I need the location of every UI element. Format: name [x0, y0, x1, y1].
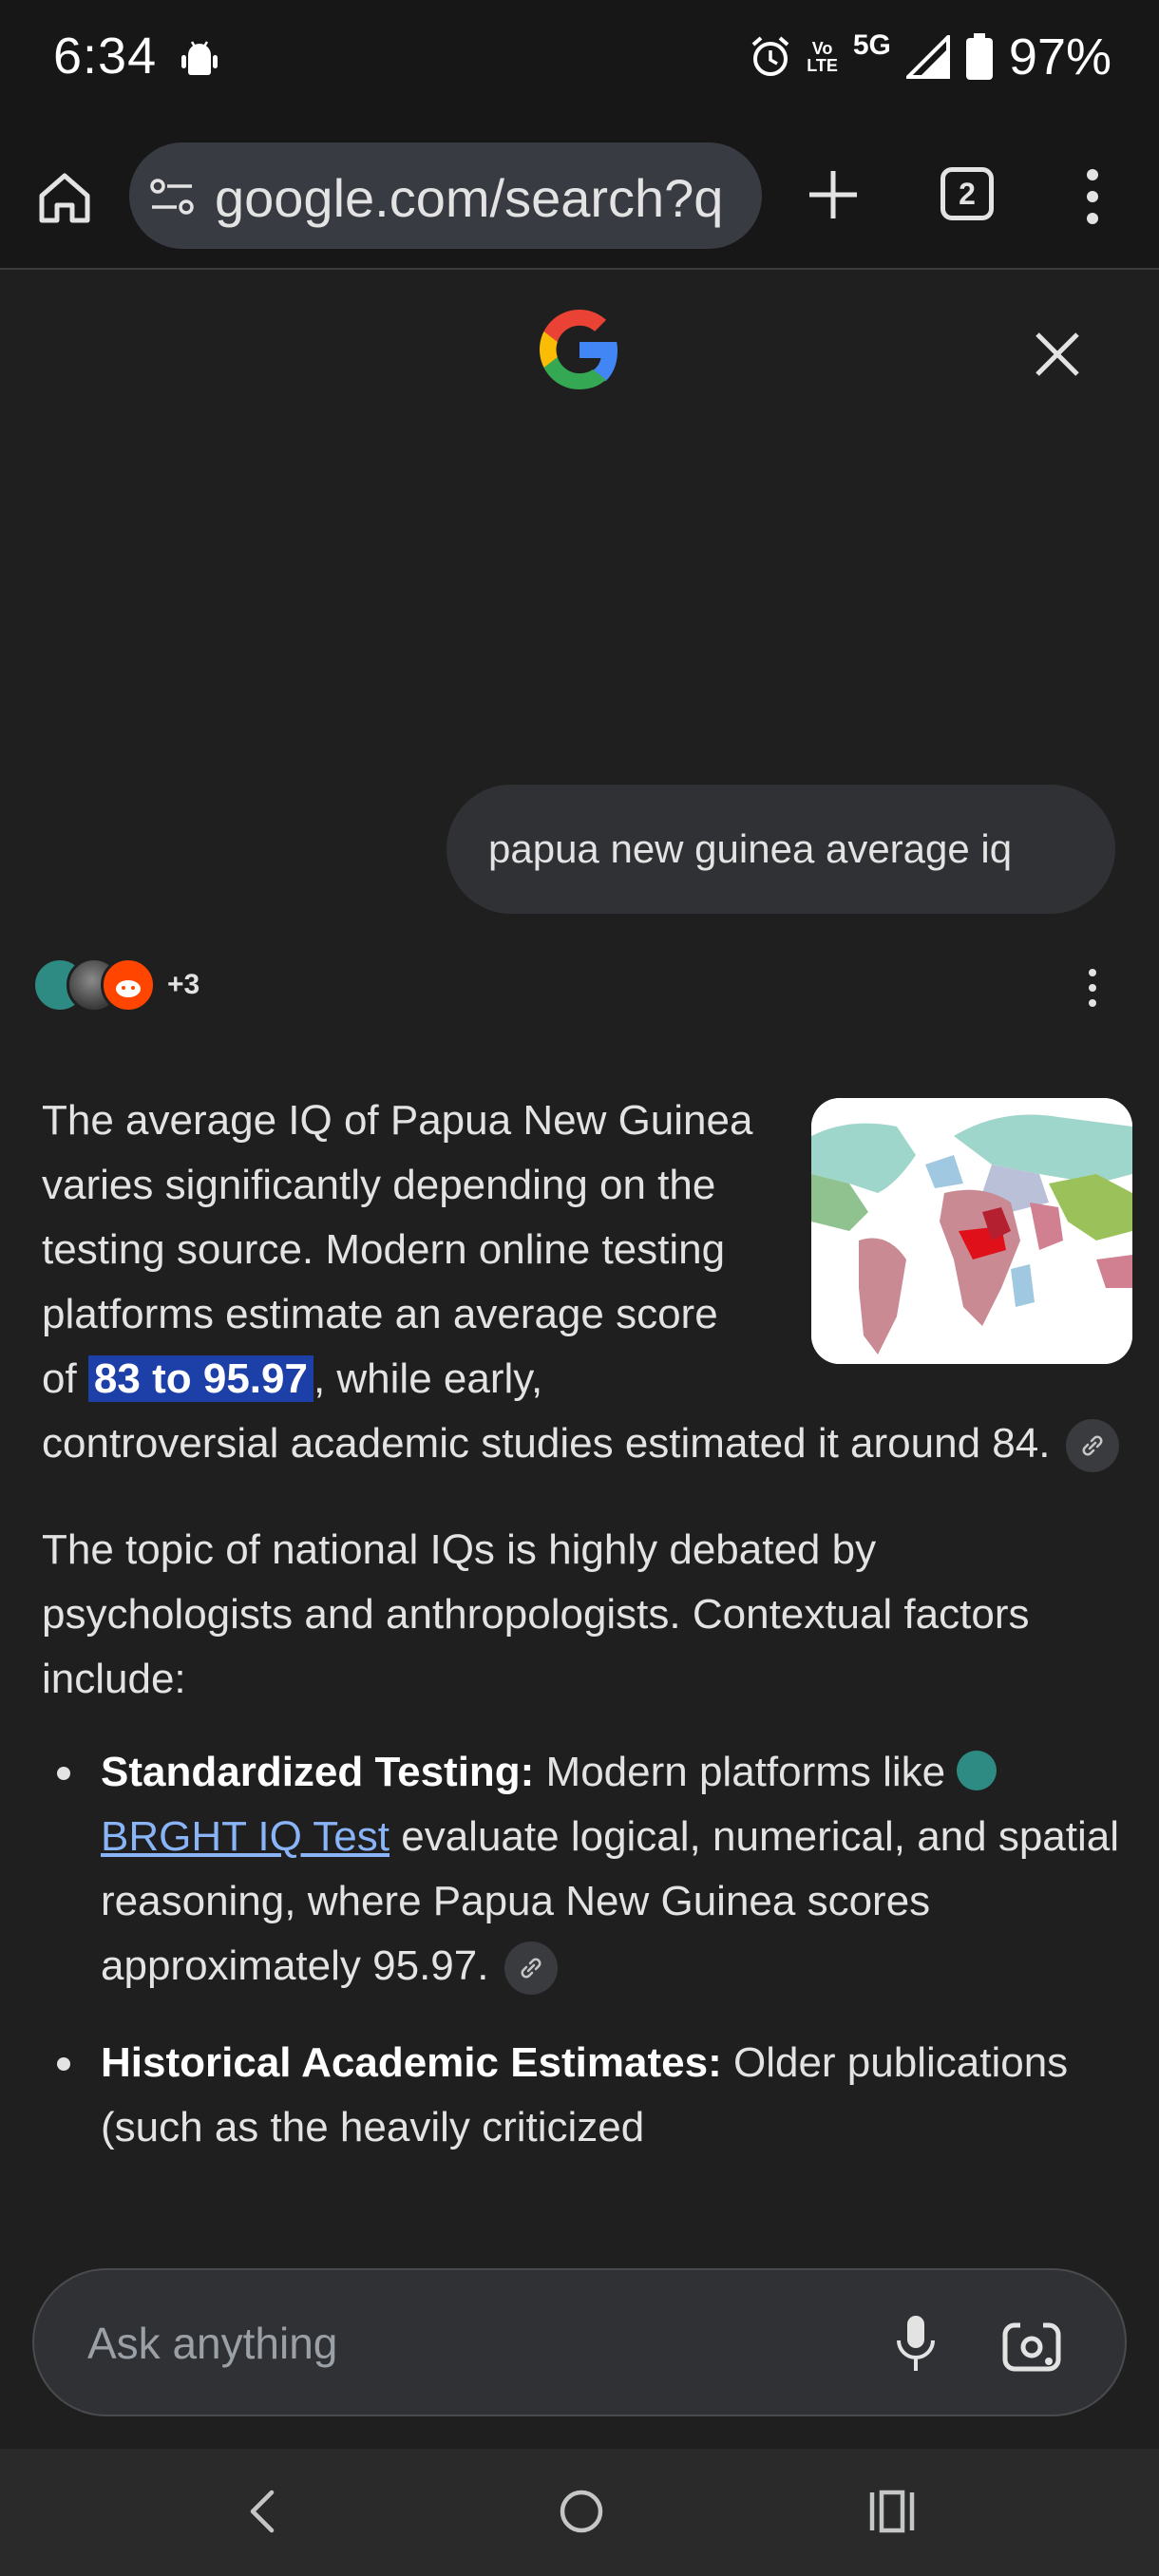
volte-bottom: LTE: [807, 56, 838, 75]
bullet-text: Older publications: [721, 2039, 1069, 2086]
reddit-icon: [116, 980, 141, 997]
source-count: +3: [167, 969, 200, 1000]
url-text: google.com/search?q: [215, 168, 724, 228]
network-type: 5G: [852, 29, 891, 61]
more-vert-icon[interactable]: [1074, 165, 1112, 228]
user-query-bubble: papua new guinea average iq: [446, 785, 1115, 914]
answer-more-icon[interactable]: [1081, 967, 1104, 1009]
answer-highlight: 83 to 95.97: [87, 1355, 314, 1402]
ask-placeholder: Ask anything: [87, 2319, 338, 2368]
back-icon[interactable]: [239, 2485, 287, 2538]
status-time: 6:34: [53, 28, 158, 85]
signal-icon: [905, 35, 950, 79]
citation-link-button[interactable]: [504, 1941, 558, 1996]
answer-p2: The topic of national IQs is highly deba…: [42, 1526, 1030, 1702]
world-map-thumbnail[interactable]: [811, 1098, 1132, 1364]
bullet-text: Modern platforms like: [534, 1749, 958, 1795]
recent-apps-icon[interactable]: [866, 2487, 920, 2536]
alarm-icon: [751, 36, 789, 76]
link-icon: [521, 1958, 542, 1979]
tab-switcher-button[interactable]: 2: [940, 167, 994, 220]
battery-icon: [965, 33, 993, 80]
home-icon[interactable]: [34, 167, 95, 228]
brght-favicon: [957, 1751, 998, 1791]
bullet-text-tail: (such as the heavily criticized: [101, 2104, 645, 2150]
list-item: Historical Academic Estimates: Older pub…: [57, 2031, 1125, 2160]
google-lens-icon[interactable]: [999, 2312, 1064, 2377]
ai-answer: The average IQ of Papua New Guinea varie…: [42, 1089, 1132, 2192]
volte-indicator: Vo LTE: [807, 40, 838, 74]
mic-icon[interactable]: [887, 2312, 944, 2375]
battery-percent: 97%: [1008, 28, 1112, 85]
list-item: Standardized Testing: Modern platforms l…: [57, 1740, 1125, 1998]
close-icon[interactable]: [1028, 325, 1087, 384]
bullet-title: Standardized Testing:: [101, 1749, 535, 1795]
new-tab-icon[interactable]: [804, 165, 863, 224]
home-nav-icon[interactable]: [555, 2485, 608, 2538]
google-logo: [540, 310, 618, 389]
world-map-image: [811, 1098, 1132, 1364]
volte-top: Vo: [811, 39, 833, 58]
sources-stack[interactable]: +3: [32, 956, 200, 1014]
system-nav-bar: [0, 2449, 1159, 2576]
android-icon: [181, 41, 218, 75]
address-bar[interactable]: google.com/search?q: [129, 142, 762, 249]
ai-mode-panel: papua new guinea average iq +3 The avera…: [0, 272, 1159, 2449]
status-icons: Vo LTE 5G 97%: [750, 28, 1112, 85]
brght-iq-test-link[interactable]: BRGHT IQ Test: [101, 1813, 390, 1860]
scroll-fade: [0, 2181, 1159, 2276]
source-favicon-reddit: [101, 957, 156, 1013]
browser-toolbar: google.com/search?q 2: [0, 133, 1159, 270]
citation-link-button[interactable]: [1065, 1419, 1119, 1473]
ask-input[interactable]: Ask anything: [32, 2268, 1127, 2416]
bullet-title: Historical Academic Estimates:: [101, 2039, 722, 2086]
status-bar: 6:34 Vo LTE 5G 97%: [0, 0, 1159, 133]
site-settings-icon[interactable]: [148, 175, 196, 218]
link-icon: [1082, 1435, 1103, 1456]
answer-bullet-list: Standardized Testing: Modern platforms l…: [42, 1740, 1125, 2160]
